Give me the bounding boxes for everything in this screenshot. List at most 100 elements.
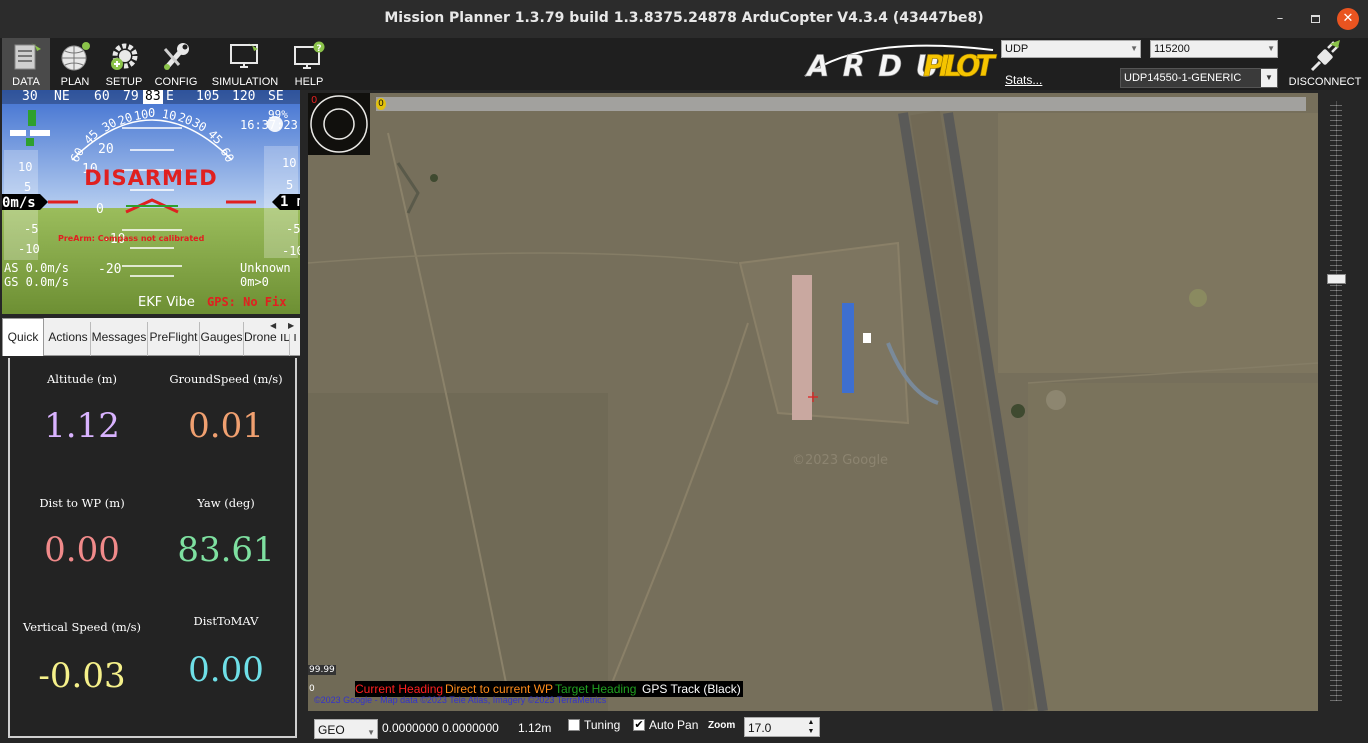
quick-yaw[interactable]: Yaw (deg) 83.61	[154, 482, 298, 606]
heading-tick: NE	[54, 90, 70, 104]
quick-dist-to-wp[interactable]: Dist to WP (m) 0.00	[10, 482, 154, 606]
toolbar-setup-label: SETUP	[105, 76, 143, 88]
simulation-monitor-icon	[228, 41, 262, 71]
pitch-tick: -20	[98, 262, 122, 277]
quick-value: 0.00	[188, 650, 264, 690]
altitude-readout: 1 m	[280, 194, 300, 210]
toolbar-config-label: CONFIG	[154, 76, 198, 88]
link-value: UDP14550-1-GENERIC	[1124, 72, 1242, 84]
roll-tick: 10	[160, 106, 178, 124]
window-title: Mission Planner 1.3.79 build 1.3.8375.24…	[384, 10, 984, 26]
checkmark-icon: ✔	[634, 719, 644, 731]
pitch-tick: 20	[98, 142, 114, 157]
toolbar-plan-button[interactable]: PLAN	[52, 38, 98, 90]
tab-gauges[interactable]: Gauges	[200, 322, 244, 356]
maximize-button[interactable]	[1305, 9, 1325, 29]
baud-rate-value: 115200	[1154, 43, 1190, 55]
setup-gear-icon	[107, 41, 141, 71]
heading-tick: 60	[94, 90, 110, 104]
map-copyright: ©2023 Google - Map data ©2023 Tele Atlas…	[314, 695, 607, 705]
tab-actions[interactable]: Actions	[46, 322, 91, 356]
quick-value: 0.01	[188, 406, 264, 446]
maximize-icon	[1310, 15, 1320, 23]
tab-next-button[interactable]: ▶	[288, 321, 294, 330]
quick-dist-to-mav[interactable]: DistToMAV 0.00	[154, 606, 298, 730]
quick-altitude[interactable]: Altitude (m) 1.12	[10, 358, 154, 482]
heading-tick: 105	[196, 90, 220, 104]
heading-tick: 30	[22, 90, 38, 104]
data-icon	[9, 41, 43, 71]
map-scale-top-value: 99.99	[308, 665, 336, 675]
minimize-button[interactable]: –	[1270, 9, 1290, 29]
alt-tick: -10	[282, 244, 300, 258]
heading-tick: SE	[268, 90, 284, 104]
stats-link[interactable]: Stats...	[1005, 73, 1042, 87]
pitch-tick: 0	[96, 202, 104, 217]
ekf-vibe-status[interactable]: EKF Vibe	[138, 295, 195, 310]
toolbar-simulation-button[interactable]: SIMULATION	[208, 38, 282, 90]
autopan-checkbox[interactable]: ✔	[633, 719, 645, 731]
zoom-label: Zoom	[708, 720, 736, 731]
toolbar-plan-label: PLAN	[60, 76, 90, 88]
battery-level: 99%	[268, 108, 288, 121]
quick-label: Altitude (m)	[46, 372, 117, 386]
connection-type-select[interactable]: UDP ▼	[1001, 40, 1141, 58]
tuning-checkbox[interactable]	[568, 719, 580, 731]
hud-display[interactable]: 30 NE 60 79 83 E 105 120 SE 60 45 30 20 …	[2, 90, 300, 314]
zoom-spinner[interactable]: 17.0 ▲ ▼	[744, 717, 820, 737]
tab-prev-button[interactable]: ◀	[270, 321, 276, 330]
tab-quick[interactable]: Quick	[2, 318, 44, 356]
roll-tick: 0	[148, 106, 156, 120]
map-view[interactable]: 0 0 ©2023 Google 99.99 0 Current Heading…	[308, 93, 1318, 711]
link-select[interactable]: UDP14550-1-GENERIC ▼	[1120, 68, 1278, 88]
quick-panel: Altitude (m) 1.12 GroundSpeed (m/s) 0.01…	[8, 358, 297, 738]
svg-text:?: ?	[316, 44, 321, 54]
toolbar-help-button[interactable]: ? HELP	[286, 38, 332, 90]
waypoint-distance: 0m>0	[240, 275, 269, 289]
quick-value: -0.03	[38, 656, 126, 696]
quick-label: Dist to WP (m)	[39, 496, 125, 510]
chevron-down-icon: ▼	[367, 728, 375, 737]
quick-value: 0.00	[44, 530, 120, 570]
zoom-slider-handle[interactable]	[1327, 274, 1346, 284]
airspeed-readout: AS 0.0m/s	[4, 261, 70, 275]
tuning-label: Tuning	[584, 718, 621, 732]
vibe-indicator[interactable]: Vibe	[166, 295, 194, 310]
ekf-indicator[interactable]: EKF	[138, 295, 162, 310]
tab-messages[interactable]: Messages	[91, 322, 148, 356]
longitude-value: 0.0000000	[442, 721, 499, 735]
close-button[interactable]: ✕	[1337, 8, 1359, 30]
speed-tick: -10	[18, 242, 40, 256]
connection-type-value: UDP	[1005, 43, 1029, 55]
disconnect-button[interactable]: DISCONNECT	[1286, 40, 1364, 90]
toolbar-data-button[interactable]: DATA	[2, 38, 50, 90]
toolbar-setup-button[interactable]: SETUP	[100, 38, 148, 90]
plan-globe-icon	[58, 41, 92, 71]
quick-label: DistToMAV	[193, 614, 259, 628]
quick-label: Yaw (deg)	[197, 496, 255, 510]
main-toolbar: DATA PLAN SETUP CONFIG SIMULATION ? HELP…	[0, 38, 1368, 90]
quick-value: 83.61	[177, 530, 275, 570]
heading-tick: 120	[232, 90, 256, 104]
tab-preflight[interactable]: PreFlight	[148, 322, 200, 356]
autopan-label: Auto Pan	[649, 718, 699, 732]
altitude-value: 1.12m	[518, 721, 552, 735]
heading-tape: 30 NE 60 79 83 E 105 120 SE	[2, 90, 300, 104]
chevron-up-icon[interactable]: ▲	[803, 718, 819, 727]
baud-rate-select[interactable]: 115200 ▼	[1150, 40, 1278, 58]
zoom-ticks	[1330, 101, 1342, 701]
map-watermark: ©2023 Google	[792, 453, 889, 468]
heading-current-value: 83	[143, 90, 163, 104]
coord-system-select[interactable]: GEO ▼	[314, 719, 378, 739]
quick-groundspeed[interactable]: GroundSpeed (m/s) 0.01	[154, 358, 298, 482]
disconnect-label: DISCONNECT	[1288, 76, 1362, 88]
map-top-bar-marker: 0	[376, 98, 386, 110]
quick-label: GroundSpeed (m/s)	[169, 372, 283, 386]
legend-gps-track: GPS Track (Black)	[642, 682, 741, 696]
toolbar-config-button[interactable]: CONFIG	[150, 38, 202, 90]
chevron-down-icon[interactable]: ▼	[803, 727, 819, 736]
speed-readout: 0m/s	[2, 195, 36, 211]
toolbar-help-label: HELP	[294, 76, 324, 88]
quick-vertical-speed[interactable]: Vertical Speed (m/s) -0.03	[10, 606, 154, 730]
svg-text:ARDU: ARDU	[805, 49, 939, 82]
